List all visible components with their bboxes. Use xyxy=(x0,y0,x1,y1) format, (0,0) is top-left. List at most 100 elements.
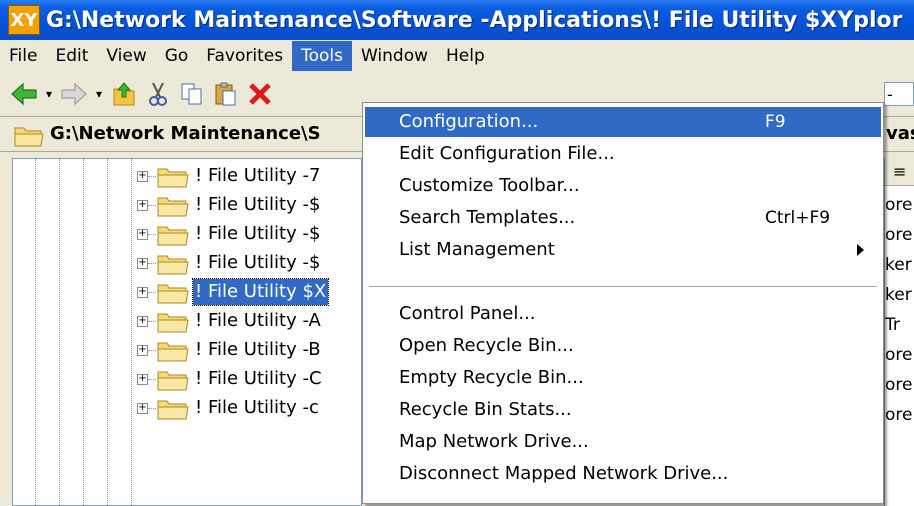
tree-item-label: ! File Utility -$ xyxy=(195,252,321,273)
expand-plus-icon[interactable]: + xyxy=(137,374,148,385)
tree-item[interactable]: + ! File Utility $X xyxy=(13,277,361,309)
menu-item-label: Recycle Bin Stats... xyxy=(399,399,572,420)
tree-item-label: ! File Utility -c xyxy=(195,397,319,418)
up-folder-icon[interactable] xyxy=(110,80,138,108)
menu-window[interactable]: Window xyxy=(352,41,437,71)
folder-icon xyxy=(157,398,189,425)
menu-item-label: Customize Toolbar... xyxy=(399,175,580,196)
title-bar[interactable]: XY G:\Network Maintenance\Software -Appl… xyxy=(0,0,914,40)
folder-icon xyxy=(157,311,189,338)
breadcrumb-path[interactable]: G:\Network Maintenance\S xyxy=(50,123,321,144)
tree-connector xyxy=(148,321,156,322)
menu-item-label: Search Templates... xyxy=(399,207,576,228)
tree-connector xyxy=(148,205,156,206)
folder-icon xyxy=(157,224,189,251)
folder-tree[interactable]: + ! File Utility -7 + ! File Utility -$ + ! F… xyxy=(12,158,362,506)
expand-plus-icon[interactable]: + xyxy=(137,200,148,211)
menu-item-shortcut: Ctrl+F9 xyxy=(765,208,831,228)
tree-item[interactable]: + ! File Utility -A xyxy=(13,306,361,338)
tree-item[interactable]: + ! File Utility -c xyxy=(13,393,361,425)
tree-connector xyxy=(148,176,156,177)
menu-item-label: List Management xyxy=(399,239,555,260)
tree-item[interactable]: + ! File Utility -7 xyxy=(13,161,361,193)
menu-file[interactable]: File xyxy=(0,41,46,71)
expand-plus-icon[interactable]: + xyxy=(137,287,148,298)
menu-item-configuration[interactable]: Configuration... F9 xyxy=(365,107,881,137)
menu-item-list-management[interactable]: List Management xyxy=(365,235,881,265)
window-title: G:\Network Maintenance\Software -Applica… xyxy=(46,7,903,33)
folder-icon xyxy=(157,282,189,309)
menu-edit[interactable]: Edit xyxy=(46,41,97,71)
list-column-header[interactable]: ≡ xyxy=(885,158,914,186)
expand-plus-icon[interactable]: + xyxy=(137,403,148,414)
tree-item[interactable]: + ! File Utility -B xyxy=(13,335,361,365)
menu-item-customize-toolbar[interactable]: Customize Toolbar... xyxy=(365,171,881,201)
forward-dropdown-icon[interactable]: ▾ xyxy=(94,80,104,108)
menu-item-label: Disconnect Mapped Network Drive... xyxy=(399,463,729,484)
tree-item-label: ! File Utility -7 xyxy=(195,165,321,186)
folder-icon xyxy=(14,125,44,152)
folder-icon xyxy=(157,369,189,396)
folder-icon xyxy=(157,166,189,193)
tree-item-label: ! File Utility -$ xyxy=(195,223,321,244)
tree-connector xyxy=(148,234,156,235)
paste-icon[interactable] xyxy=(212,80,240,108)
back-dropdown-icon[interactable]: ▾ xyxy=(44,80,54,108)
app-icon: XY xyxy=(8,5,40,35)
tree-item[interactable]: + ! File Utility -$ xyxy=(13,190,361,222)
menu-separator xyxy=(369,286,877,288)
menu-item-control-panel[interactable]: Control Panel... xyxy=(365,299,881,329)
back-arrow-icon[interactable] xyxy=(10,80,38,108)
menu-item-label: Configuration... xyxy=(399,111,539,132)
menu-item-label: Map Network Drive... xyxy=(399,431,589,452)
tree-item-label: ! File Utility -C xyxy=(195,368,322,389)
cut-icon[interactable] xyxy=(144,80,172,108)
menu-item-map-network-drive[interactable]: Map Network Drive... xyxy=(365,427,881,457)
tree-item-label: ! File Utility -B xyxy=(195,339,321,360)
expand-plus-icon[interactable]: + xyxy=(137,345,148,356)
tree-item-label: ! File Utility -A xyxy=(195,310,321,331)
menu-favorites[interactable]: Favorites xyxy=(197,41,292,71)
menu-go[interactable]: Go xyxy=(156,41,198,71)
file-list[interactable]: ≡ ore ore ker ker Tr ore ore ore xyxy=(884,158,914,506)
list-cell[interactable]: ore xyxy=(885,400,914,430)
forward-arrow-icon[interactable] xyxy=(60,80,88,108)
tree-connector xyxy=(148,379,156,380)
menu-item-open-recycle-bin[interactable]: Open Recycle Bin... xyxy=(365,331,881,361)
tree-item[interactable]: + ! File Utility -$ xyxy=(13,248,361,278)
submenu-arrow-icon xyxy=(857,244,864,256)
menu-item-disconnect-mapped-network-drive[interactable]: Disconnect Mapped Network Drive... xyxy=(365,459,881,489)
menu-item-edit-configuration-file[interactable]: Edit Configuration File... xyxy=(365,139,881,169)
expand-plus-icon[interactable]: + xyxy=(137,316,148,327)
menu-tools[interactable]: Tools xyxy=(292,41,352,71)
menu-help[interactable]: Help xyxy=(437,41,494,71)
folder-icon xyxy=(157,195,189,222)
expand-plus-icon[interactable]: + xyxy=(137,258,148,269)
delete-icon[interactable] xyxy=(246,80,274,108)
list-cell[interactable]: ore xyxy=(885,220,914,250)
menu-view[interactable]: View xyxy=(97,41,155,71)
expand-plus-icon[interactable]: + xyxy=(137,171,148,182)
menu-item-label: Edit Configuration File... xyxy=(399,143,615,164)
expand-plus-icon[interactable]: + xyxy=(137,229,148,240)
copy-icon[interactable] xyxy=(178,80,206,108)
list-cell[interactable]: ker xyxy=(885,280,914,310)
tree-item-label: ! File Utility $X xyxy=(191,278,330,306)
tree-item-label: ! File Utility -$ xyxy=(195,194,321,215)
list-cell[interactable]: ker xyxy=(885,250,914,280)
list-cell[interactable]: Tr xyxy=(885,310,914,340)
tree-connector xyxy=(148,350,156,351)
list-cell[interactable]: ore xyxy=(885,340,914,370)
tree-item[interactable]: + ! File Utility -C xyxy=(13,364,361,396)
menu-item-shortcut: F9 xyxy=(765,112,786,132)
address-field[interactable]: -Ap xyxy=(884,82,914,106)
menu-item-empty-recycle-bin[interactable]: Empty Recycle Bin... xyxy=(365,363,881,393)
menu-item-label: Empty Recycle Bin... xyxy=(399,367,584,388)
list-cell[interactable]: ore xyxy=(885,190,914,220)
menu-item-recycle-bin-stats[interactable]: Recycle Bin Stats... xyxy=(365,395,881,425)
menu-bar: File Edit View Go Favorites Tools Window… xyxy=(0,40,914,72)
list-cell[interactable]: ore xyxy=(885,370,914,400)
tree-item[interactable]: + ! File Utility -$ xyxy=(13,219,361,251)
tree-connector xyxy=(148,292,156,293)
menu-item-search-templates[interactable]: Search Templates... Ctrl+F9 xyxy=(365,203,881,233)
